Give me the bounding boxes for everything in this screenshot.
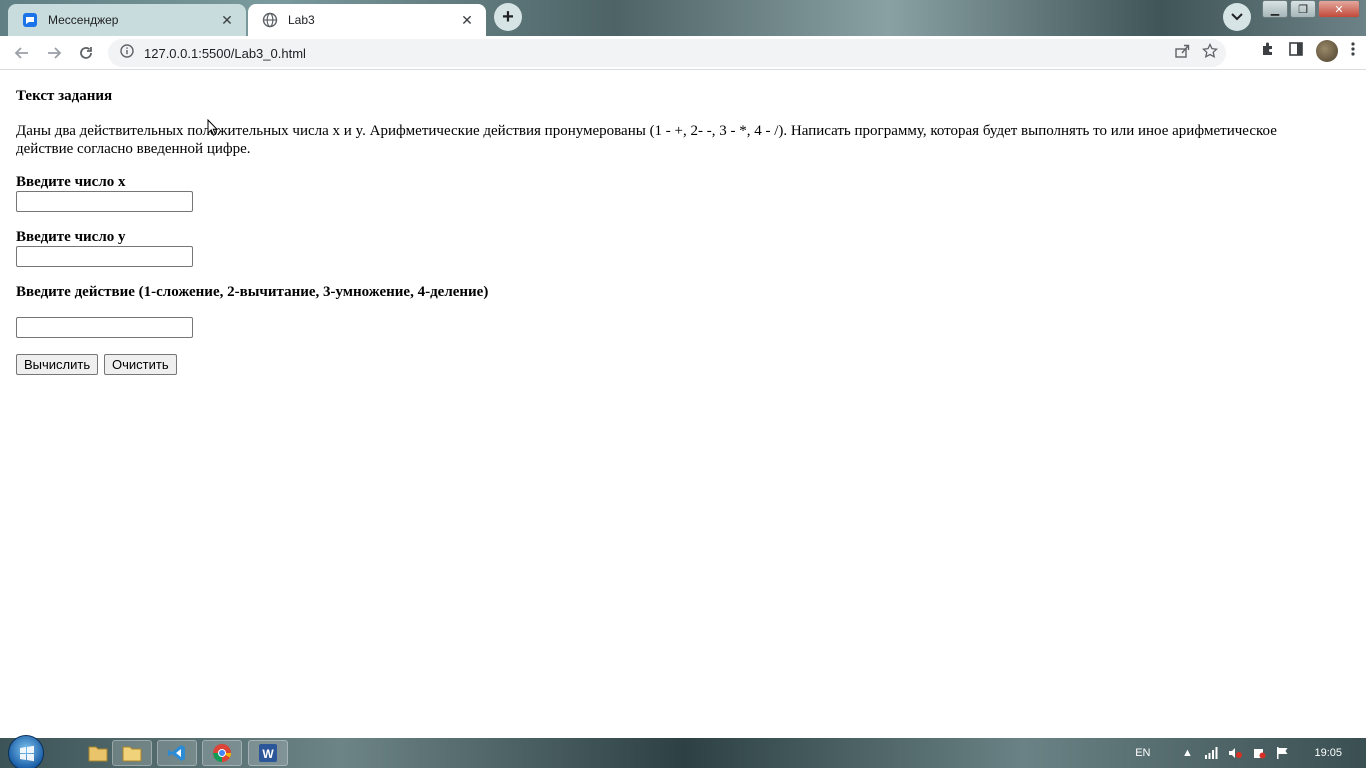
page-heading: Текст задания <box>16 88 113 104</box>
window-close-button[interactable]: ✕ <box>1318 0 1360 18</box>
close-icon[interactable]: ✕ <box>218 11 236 29</box>
tab-lab3[interactable]: Lab3 ✕ <box>248 4 486 36</box>
battery-icon[interactable] <box>1252 746 1266 760</box>
clock[interactable]: 19:05 <box>1314 747 1342 759</box>
menu-kebab-icon[interactable] <box>1350 41 1356 62</box>
input-y[interactable] <box>16 246 193 267</box>
reload-button[interactable] <box>72 40 100 66</box>
reload-icon <box>80 47 92 59</box>
folder-icon <box>88 746 108 762</box>
mouse-cursor-icon <box>207 118 219 142</box>
page-content: Текст задания Даны два действительных по… <box>0 71 1366 738</box>
action-center-flag-icon[interactable] <box>1276 746 1290 760</box>
windows-logo-icon <box>20 745 34 762</box>
side-panel-icon[interactable] <box>1288 41 1304 62</box>
system-tray: EN ▲ 19:05 <box>1135 738 1366 768</box>
close-icon[interactable]: ✕ <box>458 11 476 29</box>
network-icon[interactable] <box>1204 746 1218 760</box>
arrow-left-icon <box>14 47 28 59</box>
maximize-button[interactable]: ❐ <box>1290 0 1316 18</box>
svg-text:W: W <box>262 747 274 761</box>
volume-muted-icon[interactable] <box>1228 746 1243 760</box>
input-action[interactable] <box>16 317 193 338</box>
toolbar-actions <box>1260 40 1356 62</box>
tab-search-button[interactable] <box>1223 3 1251 31</box>
tab-strip: Мессенджер ✕ Lab3 ✕ + ▁ ❐ ✕ <box>0 0 1366 36</box>
word-icon: W <box>259 744 277 762</box>
url-text: 127.0.0.1:5500/Lab3_0.html <box>144 45 306 61</box>
windows-taskbar: W EN ▲ 19:05 <box>0 735 1366 768</box>
chrome-icon <box>213 744 231 762</box>
taskbar-chrome[interactable] <box>202 740 242 766</box>
window-controls: ▁ ❐ ✕ <box>1262 0 1360 18</box>
label-y: Введите число y <box>16 229 126 245</box>
vscode-icon <box>168 745 185 761</box>
browser-toolbar: 127.0.0.1:5500/Lab3_0.html <box>0 36 1366 70</box>
taskbar-files[interactable] <box>112 740 152 766</box>
globe-icon <box>262 12 278 28</box>
forward-button[interactable] <box>40 40 68 66</box>
share-icon[interactable] <box>1174 43 1190 64</box>
info-icon[interactable] <box>120 43 134 63</box>
show-hidden-icons-icon[interactable]: ▲ <box>1180 746 1194 760</box>
new-tab-button[interactable]: + <box>494 3 522 31</box>
taskbar-word[interactable]: W <box>248 740 288 766</box>
label-action: Введите действие (1-сложение, 2-вычитани… <box>16 284 489 300</box>
calculate-button[interactable]: Вычислить <box>16 354 99 375</box>
input-x[interactable] <box>16 191 193 212</box>
messenger-icon <box>22 12 38 28</box>
minimize-button[interactable]: ▁ <box>1262 0 1288 18</box>
tab-messenger[interactable]: Мессенджер ✕ <box>8 4 246 36</box>
address-bar[interactable]: 127.0.0.1:5500/Lab3_0.html <box>108 39 1226 67</box>
language-indicator[interactable]: EN <box>1135 747 1150 759</box>
folder-icon <box>122 746 142 762</box>
extensions-icon[interactable] <box>1260 41 1276 62</box>
start-button[interactable] <box>8 735 44 768</box>
taskbar-vscode[interactable] <box>157 740 197 766</box>
label-x: Введите число x <box>16 174 126 190</box>
arrow-right-icon <box>48 47 62 59</box>
back-button[interactable] <box>8 40 36 66</box>
chevron-down-icon <box>1231 13 1243 21</box>
clear-button[interactable]: Очистить <box>104 354 177 375</box>
profile-avatar[interactable] <box>1316 40 1338 62</box>
tab-title: Lab3 <box>288 13 315 27</box>
bookmark-star-icon[interactable] <box>1201 42 1219 64</box>
tab-title: Мессенджер <box>48 13 119 27</box>
